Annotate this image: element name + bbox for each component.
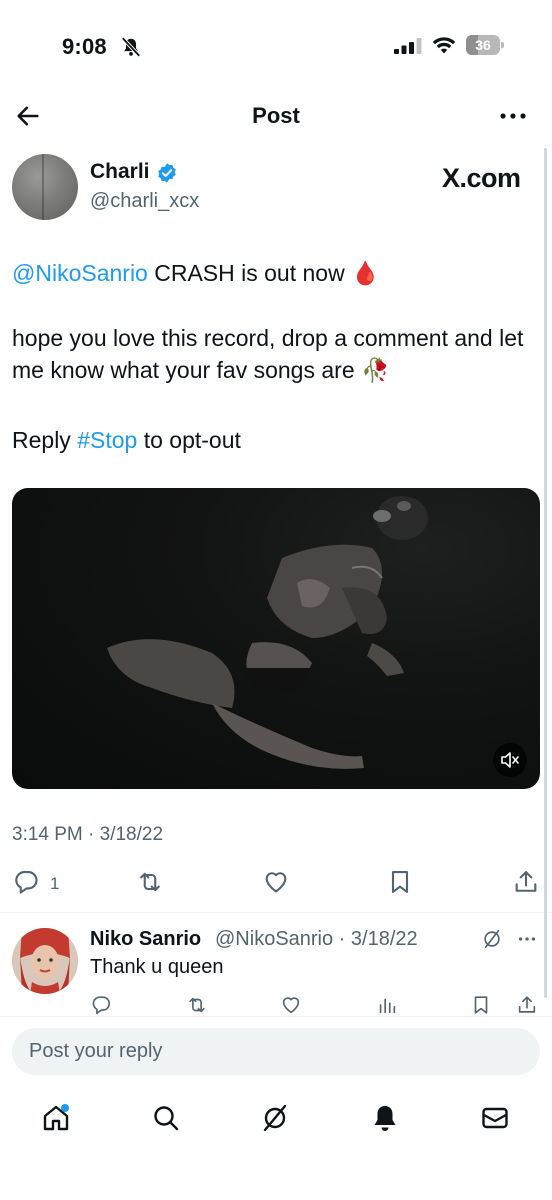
- tweet-text-segment: CRASH is out now 🩸: [147, 260, 380, 286]
- grok-icon[interactable]: [481, 928, 503, 950]
- mail-icon[interactable]: [479, 1102, 511, 1134]
- tweet-line-2: hope you love this record, drop a commen…: [12, 325, 524, 383]
- author-avatar[interactable]: [12, 154, 78, 220]
- reply-meta[interactable]: @NikoSanrio · 3/18/22: [215, 928, 418, 951]
- reply-author-name[interactable]: Niko Sanrio: [90, 928, 201, 951]
- reply-icon[interactable]: [12, 868, 40, 896]
- heart-icon[interactable]: [280, 994, 302, 1016]
- bell-icon[interactable]: [369, 1102, 401, 1134]
- share-icon[interactable]: [512, 868, 540, 896]
- search-icon[interactable]: [150, 1102, 182, 1134]
- bookmark-icon[interactable]: [470, 994, 492, 1016]
- author-handle[interactable]: @charli_xcx: [90, 190, 199, 213]
- verified-badge-icon: [158, 163, 176, 183]
- reply-icon[interactable]: [90, 994, 112, 1016]
- battery-percent: 36: [475, 37, 491, 53]
- share-icon[interactable]: [516, 994, 538, 1016]
- reply-avatar-image: [12, 928, 78, 994]
- status-time: 9:08: [62, 34, 107, 59]
- more-horizontal-icon[interactable]: [498, 104, 528, 128]
- video-player[interactable]: [12, 488, 540, 789]
- mute-toggle[interactable]: [493, 743, 527, 777]
- author-name[interactable]: Charli: [90, 160, 150, 184]
- hashtag-link[interactable]: #Stop: [77, 427, 137, 453]
- repost-icon[interactable]: [136, 868, 164, 896]
- x-com-logo: X.com: [442, 163, 521, 193]
- reply-avatar[interactable]: [12, 928, 78, 994]
- reply-text: Thank u queen: [90, 956, 224, 978]
- mention-link[interactable]: @NikoSanrio: [12, 260, 148, 286]
- views-icon[interactable]: [376, 994, 398, 1016]
- reply-count: 1: [50, 874, 60, 893]
- repost-icon[interactable]: [186, 994, 208, 1016]
- tweet-text-segment: to opt-out: [137, 427, 241, 453]
- page-title: Post: [252, 103, 300, 128]
- video-frame: [107, 496, 428, 769]
- divider: [0, 1016, 552, 1017]
- battery-indicator: 36: [466, 35, 506, 55]
- post-timestamp[interactable]: 3:14 PM · 3/18/22: [12, 824, 163, 846]
- bell-slash-icon: [121, 37, 141, 57]
- scrollbar[interactable]: [544, 148, 547, 998]
- tweet-line-3: Reply #Stop to opt-out: [12, 424, 542, 456]
- cellular-signal-icon: [394, 38, 422, 54]
- more-horizontal-icon[interactable]: [516, 928, 538, 950]
- tweet-text-segment: Reply: [12, 427, 78, 453]
- heart-icon[interactable]: [262, 868, 290, 896]
- wifi-icon: [432, 37, 456, 54]
- divider: [0, 912, 552, 913]
- volume-muted-icon: [501, 752, 519, 768]
- reply-input[interactable]: [12, 1028, 540, 1075]
- home-icon[interactable]: [40, 1102, 72, 1134]
- grok-icon[interactable]: [259, 1102, 291, 1134]
- tweet-line-1: @NikoSanrio CRASH is out now 🩸: [12, 257, 542, 289]
- bookmark-icon[interactable]: [386, 868, 414, 896]
